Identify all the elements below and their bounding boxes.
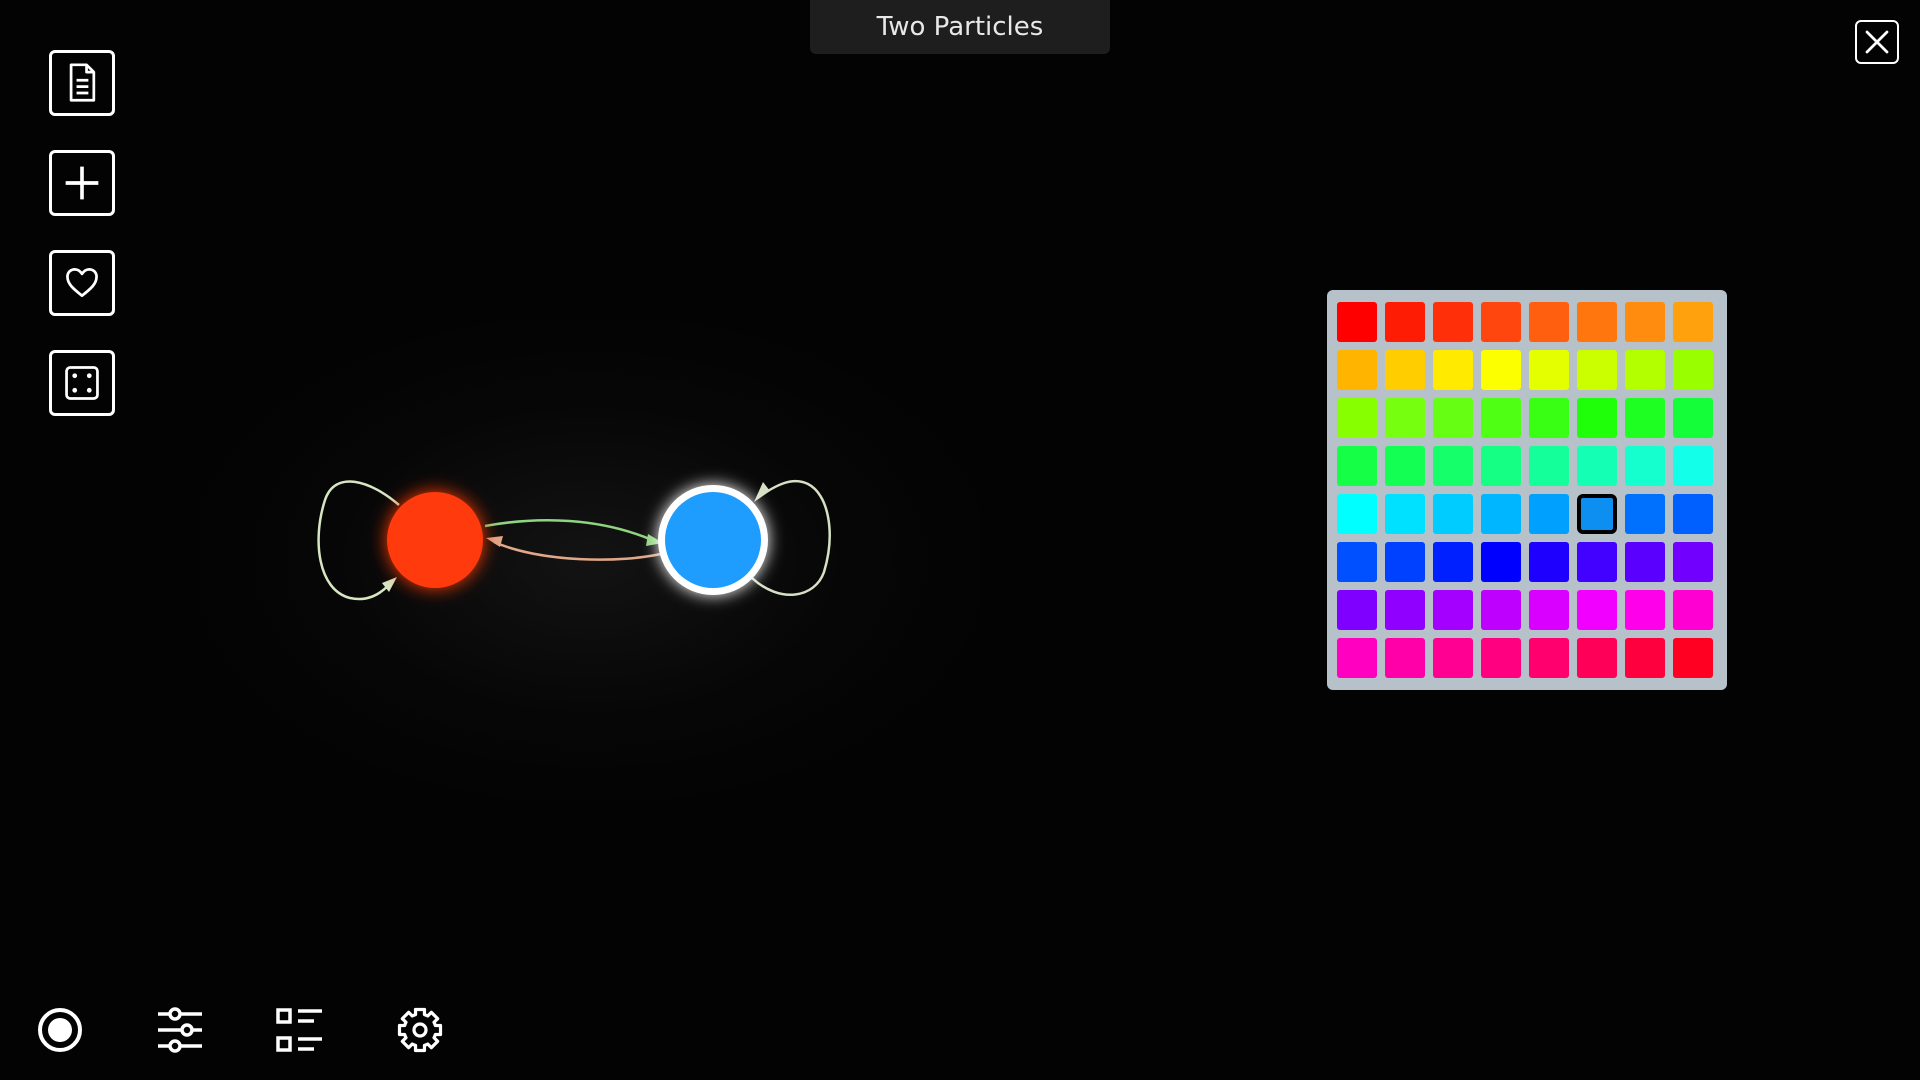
color-swatch[interactable] [1625, 542, 1665, 582]
blue-to-red-arrow[interactable] [493, 540, 666, 561]
color-swatch[interactable] [1481, 302, 1521, 342]
color-swatch[interactable] [1673, 494, 1713, 534]
color-swatch[interactable] [1481, 398, 1521, 438]
color-swatch[interactable] [1625, 494, 1665, 534]
color-swatch[interactable] [1529, 302, 1569, 342]
color-swatch[interactable] [1529, 494, 1569, 534]
color-swatch[interactable] [1673, 542, 1713, 582]
color-swatch[interactable] [1577, 542, 1617, 582]
color-swatch[interactable] [1577, 350, 1617, 390]
color-swatch[interactable] [1481, 542, 1521, 582]
color-swatch[interactable] [1529, 638, 1569, 678]
blue-self-loop-arrowhead [754, 482, 770, 502]
blue-particle[interactable] [665, 492, 761, 588]
color-swatch[interactable] [1673, 398, 1713, 438]
color-swatch[interactable] [1625, 350, 1665, 390]
color-swatch[interactable] [1337, 446, 1377, 486]
color-swatch[interactable] [1337, 542, 1377, 582]
red-particle[interactable] [387, 492, 483, 588]
color-swatch[interactable] [1625, 638, 1665, 678]
color-swatch[interactable] [1529, 590, 1569, 630]
color-swatch[interactable] [1673, 302, 1713, 342]
color-swatch[interactable] [1337, 590, 1377, 630]
color-swatch[interactable] [1337, 398, 1377, 438]
color-swatch[interactable] [1433, 638, 1473, 678]
color-palette [1327, 290, 1727, 690]
color-swatch[interactable] [1481, 638, 1521, 678]
color-swatch[interactable] [1337, 350, 1377, 390]
color-swatch[interactable] [1673, 638, 1713, 678]
color-swatch[interactable] [1337, 638, 1377, 678]
color-swatch[interactable] [1433, 398, 1473, 438]
color-swatch[interactable] [1433, 590, 1473, 630]
color-swatch[interactable] [1529, 398, 1569, 438]
color-swatch[interactable] [1625, 398, 1665, 438]
color-swatch[interactable] [1625, 446, 1665, 486]
color-swatch[interactable] [1385, 494, 1425, 534]
color-swatch[interactable] [1529, 446, 1569, 486]
color-swatch[interactable] [1385, 542, 1425, 582]
color-swatch[interactable] [1433, 350, 1473, 390]
color-swatch[interactable] [1577, 398, 1617, 438]
color-swatch[interactable] [1481, 350, 1521, 390]
color-swatch[interactable] [1385, 446, 1425, 486]
color-swatch[interactable] [1625, 590, 1665, 630]
color-swatch[interactable] [1385, 302, 1425, 342]
color-swatch[interactable] [1385, 398, 1425, 438]
color-swatch[interactable] [1673, 350, 1713, 390]
color-swatch[interactable] [1673, 590, 1713, 630]
color-swatch[interactable] [1625, 302, 1665, 342]
color-swatch[interactable] [1577, 302, 1617, 342]
color-swatch[interactable] [1529, 350, 1569, 390]
color-swatch[interactable] [1577, 494, 1617, 534]
color-swatch[interactable] [1337, 494, 1377, 534]
color-swatch[interactable] [1577, 590, 1617, 630]
color-swatch[interactable] [1529, 542, 1569, 582]
color-swatch[interactable] [1481, 494, 1521, 534]
color-swatch[interactable] [1577, 446, 1617, 486]
color-swatch[interactable] [1433, 494, 1473, 534]
red-to-blue-arrow[interactable] [484, 518, 653, 542]
color-swatch[interactable] [1481, 446, 1521, 486]
color-swatch[interactable] [1433, 446, 1473, 486]
color-swatch[interactable] [1337, 302, 1377, 342]
color-swatch[interactable] [1385, 350, 1425, 390]
color-swatch[interactable] [1433, 542, 1473, 582]
color-swatch[interactable] [1385, 590, 1425, 630]
color-swatch[interactable] [1673, 446, 1713, 486]
color-swatch[interactable] [1577, 638, 1617, 678]
color-swatch[interactable] [1481, 590, 1521, 630]
color-swatch[interactable] [1385, 638, 1425, 678]
color-swatch[interactable] [1433, 302, 1473, 342]
